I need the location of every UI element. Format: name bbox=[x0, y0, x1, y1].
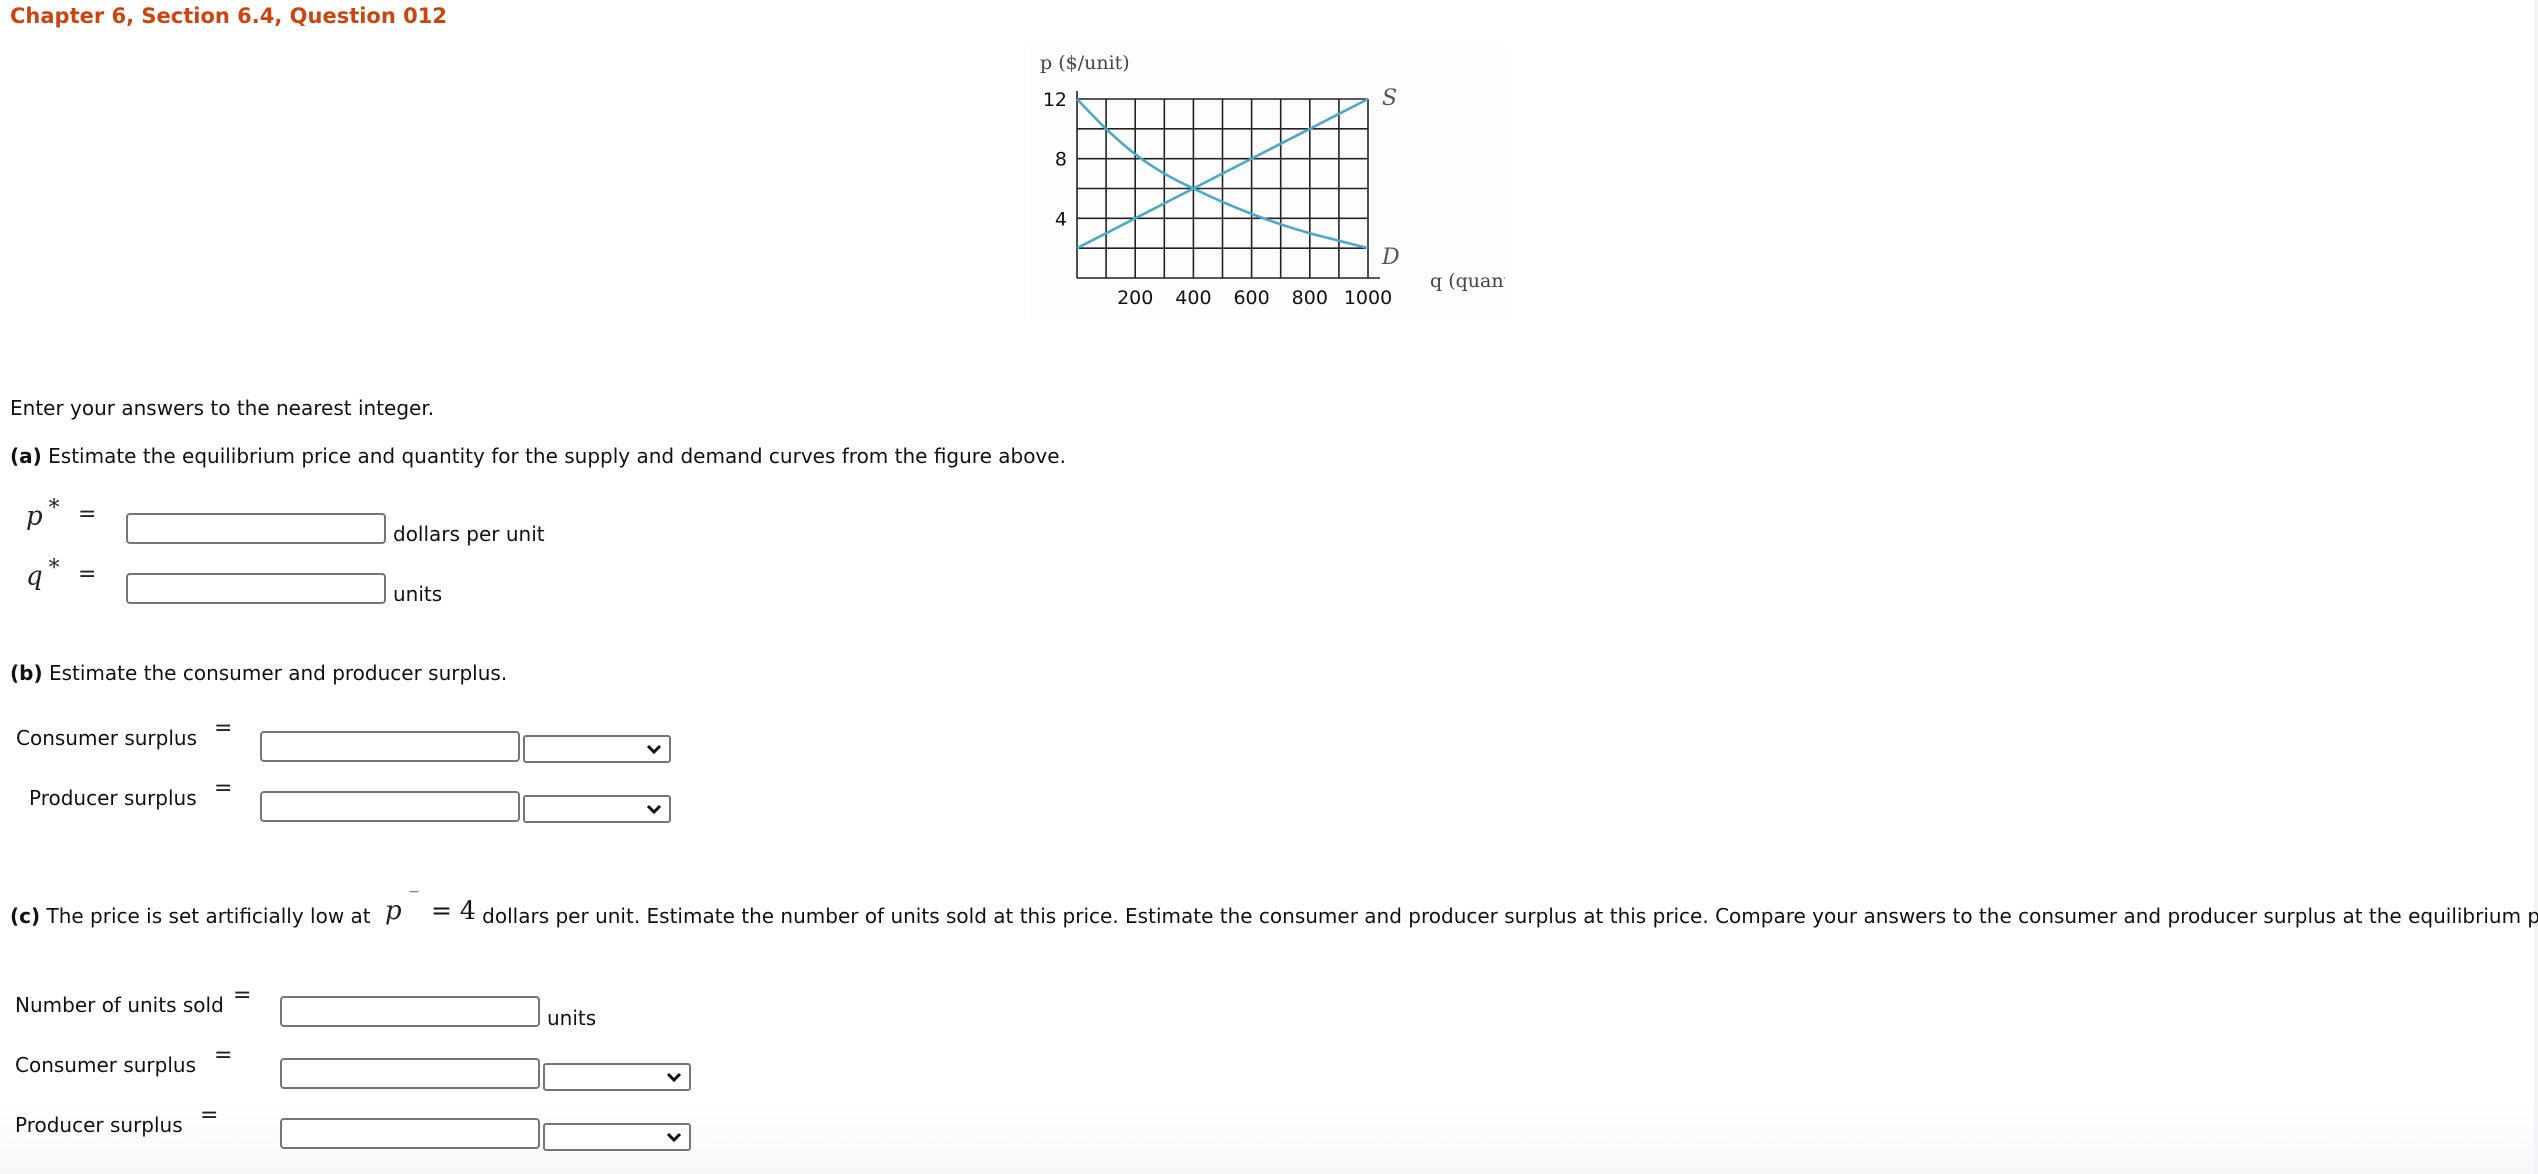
c-units-sold-equals: = bbox=[233, 983, 252, 1008]
instructions: Enter your answers to the nearest intege… bbox=[10, 396, 435, 420]
b-producer-surplus-unit-select[interactable] bbox=[523, 795, 671, 823]
b-producer-surplus-equals: = bbox=[214, 776, 233, 801]
part-a-text: Estimate the equilibrium price and quant… bbox=[41, 444, 1066, 468]
c-consumer-surplus-unit-select[interactable] bbox=[543, 1063, 691, 1091]
part-c-text-before: The price is set artificially low at bbox=[40, 904, 377, 928]
x-axis-label: q (quantity) bbox=[1430, 270, 1505, 292]
chevron-down-icon bbox=[646, 744, 662, 755]
part-a-label: (a) bbox=[10, 444, 42, 468]
b-producer-surplus-label: Producer surplus bbox=[29, 786, 197, 810]
x-tick-label: 1000 bbox=[1344, 287, 1392, 309]
part-c-prompt: (c) The price is set artificially low at… bbox=[10, 889, 2538, 930]
part-c-label: (c) bbox=[10, 904, 41, 928]
c-consumer-surplus-input[interactable] bbox=[280, 1058, 540, 1089]
c-producer-surplus-label: Producer surplus bbox=[15, 1113, 183, 1137]
chevron-down-icon bbox=[666, 1132, 682, 1143]
c-consumer-surplus-label: Consumer surplus bbox=[15, 1053, 197, 1077]
y-axis-label: p ($/unit) bbox=[1040, 52, 1130, 74]
page-edge bbox=[2534, 0, 2538, 1174]
grid bbox=[1076, 91, 1380, 279]
c-units-sold-unit: units bbox=[547, 1006, 597, 1030]
b-consumer-surplus-unit-select[interactable] bbox=[523, 735, 671, 763]
y-tick-label: 12 bbox=[1043, 89, 1067, 111]
p-star-input[interactable] bbox=[126, 513, 386, 544]
c-units-sold-label: Number of units sold bbox=[15, 993, 224, 1017]
price-ceiling-symbol: p ‾ bbox=[385, 889, 419, 926]
c-producer-surplus-equals: = bbox=[200, 1103, 219, 1128]
q-star-unit: units bbox=[393, 582, 443, 606]
part-b-text: Estimate the consumer and producer surpl… bbox=[42, 661, 508, 685]
y-tick-label: 8 bbox=[1055, 149, 1067, 171]
supply-demand-graph: p ($/unit) q (quantity) 4 8 12 200 400 600 800… bbox=[1030, 45, 1505, 320]
x-tick-label: 400 bbox=[1175, 287, 1211, 309]
c-units-sold-input[interactable] bbox=[280, 996, 540, 1027]
part-b-label: (b) bbox=[10, 661, 43, 685]
b-consumer-surplus-equals: = bbox=[214, 716, 233, 741]
y-tick-label: 4 bbox=[1055, 208, 1067, 230]
x-tick-label: 600 bbox=[1233, 287, 1269, 309]
curve-label-s: S bbox=[1382, 86, 1397, 111]
question-title: Chapter 6, Section 6.4, Question 012 bbox=[10, 4, 447, 28]
curve-label-d: D bbox=[1381, 245, 1400, 270]
price-ceiling-value: = 4 bbox=[431, 896, 476, 925]
p-star-unit: dollars per unit bbox=[393, 522, 545, 546]
b-producer-surplus-input[interactable] bbox=[260, 791, 520, 822]
chevron-down-icon bbox=[666, 1072, 682, 1083]
q-star-symbol: q * bbox=[26, 556, 60, 592]
b-consumer-surplus-input[interactable] bbox=[260, 731, 520, 762]
b-consumer-surplus-label: Consumer surplus bbox=[16, 726, 198, 750]
chart-svg: p ($/unit) q (quantity) 4 8 12 200 400 600 800… bbox=[1040, 52, 1505, 309]
x-tick-label: 800 bbox=[1292, 287, 1328, 309]
curve-labels: SD bbox=[1381, 86, 1400, 270]
part-c-text-after: dollars per unit. Estimate the number of… bbox=[475, 904, 2538, 928]
x-tick-label: 200 bbox=[1117, 287, 1153, 309]
c-producer-surplus-input[interactable] bbox=[280, 1118, 540, 1149]
part-b-prompt: (b) Estimate the consumer and producer s… bbox=[10, 661, 507, 685]
p-star-equals: = bbox=[78, 502, 97, 527]
q-star-input[interactable] bbox=[126, 573, 386, 604]
q-star-equals: = bbox=[78, 562, 97, 587]
part-a-prompt: (a) Estimate the equilibrium price and q… bbox=[10, 444, 1066, 468]
p-star-symbol: p * bbox=[26, 496, 60, 532]
c-consumer-surplus-equals: = bbox=[214, 1043, 233, 1068]
chevron-down-icon bbox=[646, 804, 662, 815]
c-producer-surplus-unit-select[interactable] bbox=[543, 1123, 691, 1151]
